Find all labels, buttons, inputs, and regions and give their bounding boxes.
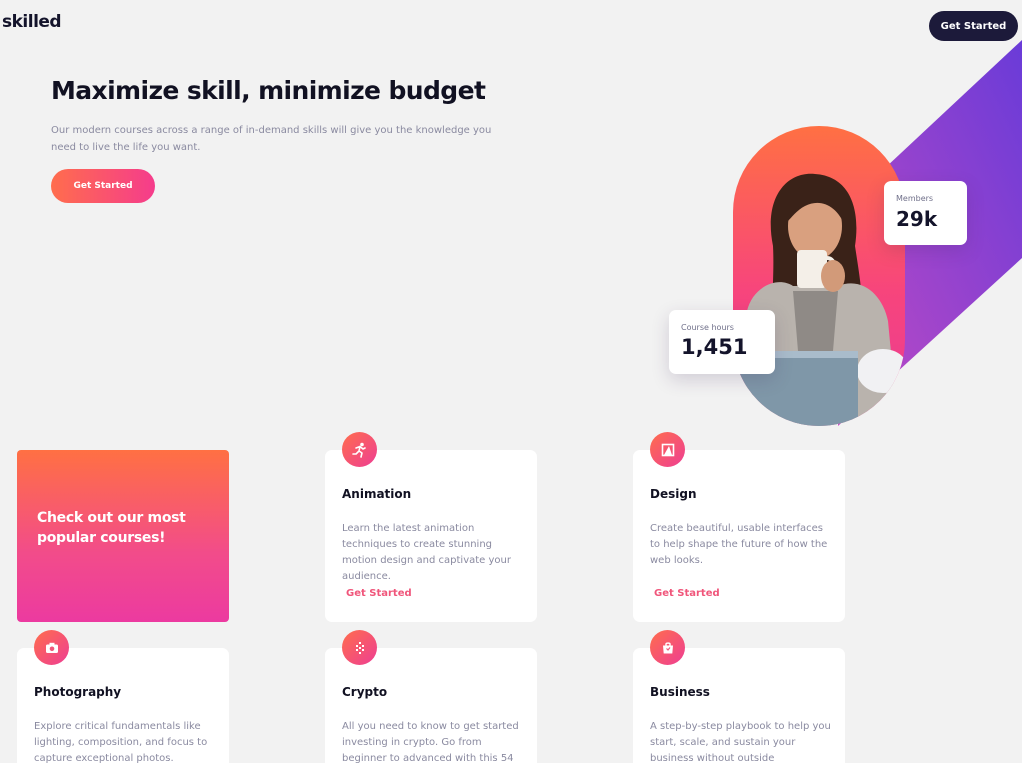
course-description: Explore critical fundamentals like light… [34, 721, 208, 763]
hero-photo [733, 126, 905, 426]
promo-text: Check out our most popular courses! [37, 510, 186, 546]
site-logo[interactable]: skilled [2, 12, 62, 32]
woman-with-laptop-illustration [733, 173, 905, 426]
course-title: Animation [342, 487, 412, 501]
course-hours-stat-card: Course hours 1,451 [669, 310, 775, 374]
hero-get-started-button[interactable]: Get Started [51, 169, 155, 203]
course-get-started-link[interactable]: Get Started [346, 588, 412, 599]
popular-courses-promo: Check out our most popular courses! [17, 450, 229, 622]
course-description: Learn the latest animation techniques to… [342, 523, 511, 582]
course-title: Crypto [342, 685, 388, 699]
course-description: All you need to know to get started inve… [342, 721, 519, 763]
course-card-photography[interactable]: Photography Explore critical fundamental… [17, 630, 229, 763]
members-label: Members [896, 194, 934, 203]
course-hours-label: Course hours [681, 323, 734, 332]
course-title: Business [650, 685, 710, 699]
course-description: A step-by-step playbook to help you star… [650, 721, 831, 763]
course-card-crypto[interactable]: Crypto All you need to know to get start… [325, 630, 537, 763]
course-card-animation[interactable]: Animation Learn the latest animation tec… [325, 432, 537, 622]
members-stat-card: Members 29k [884, 181, 967, 245]
course-get-started-link[interactable]: Get Started [654, 588, 720, 599]
hero-title: Maximize skill, minimize budget [51, 76, 486, 105]
course-card-business[interactable]: Business A step-by-step playbook to help… [633, 630, 845, 763]
header-get-started-button[interactable]: Get Started [929, 11, 1018, 41]
crypto-icon [342, 630, 377, 665]
camera-icon [34, 630, 69, 665]
design-icon [650, 432, 685, 467]
course-hours-value: 1,451 [681, 335, 748, 359]
members-value: 29k [896, 207, 938, 231]
course-title: Design [650, 487, 697, 501]
course-title: Photography [34, 685, 122, 699]
hero-description: Our modern courses across a range of in-… [51, 125, 492, 153]
course-card-design[interactable]: Design Create beautiful, usable interfac… [633, 432, 845, 622]
course-description: Create beautiful, usable interfaces to h… [650, 523, 828, 566]
running-person-icon [342, 432, 377, 467]
briefcase-icon [650, 630, 685, 665]
